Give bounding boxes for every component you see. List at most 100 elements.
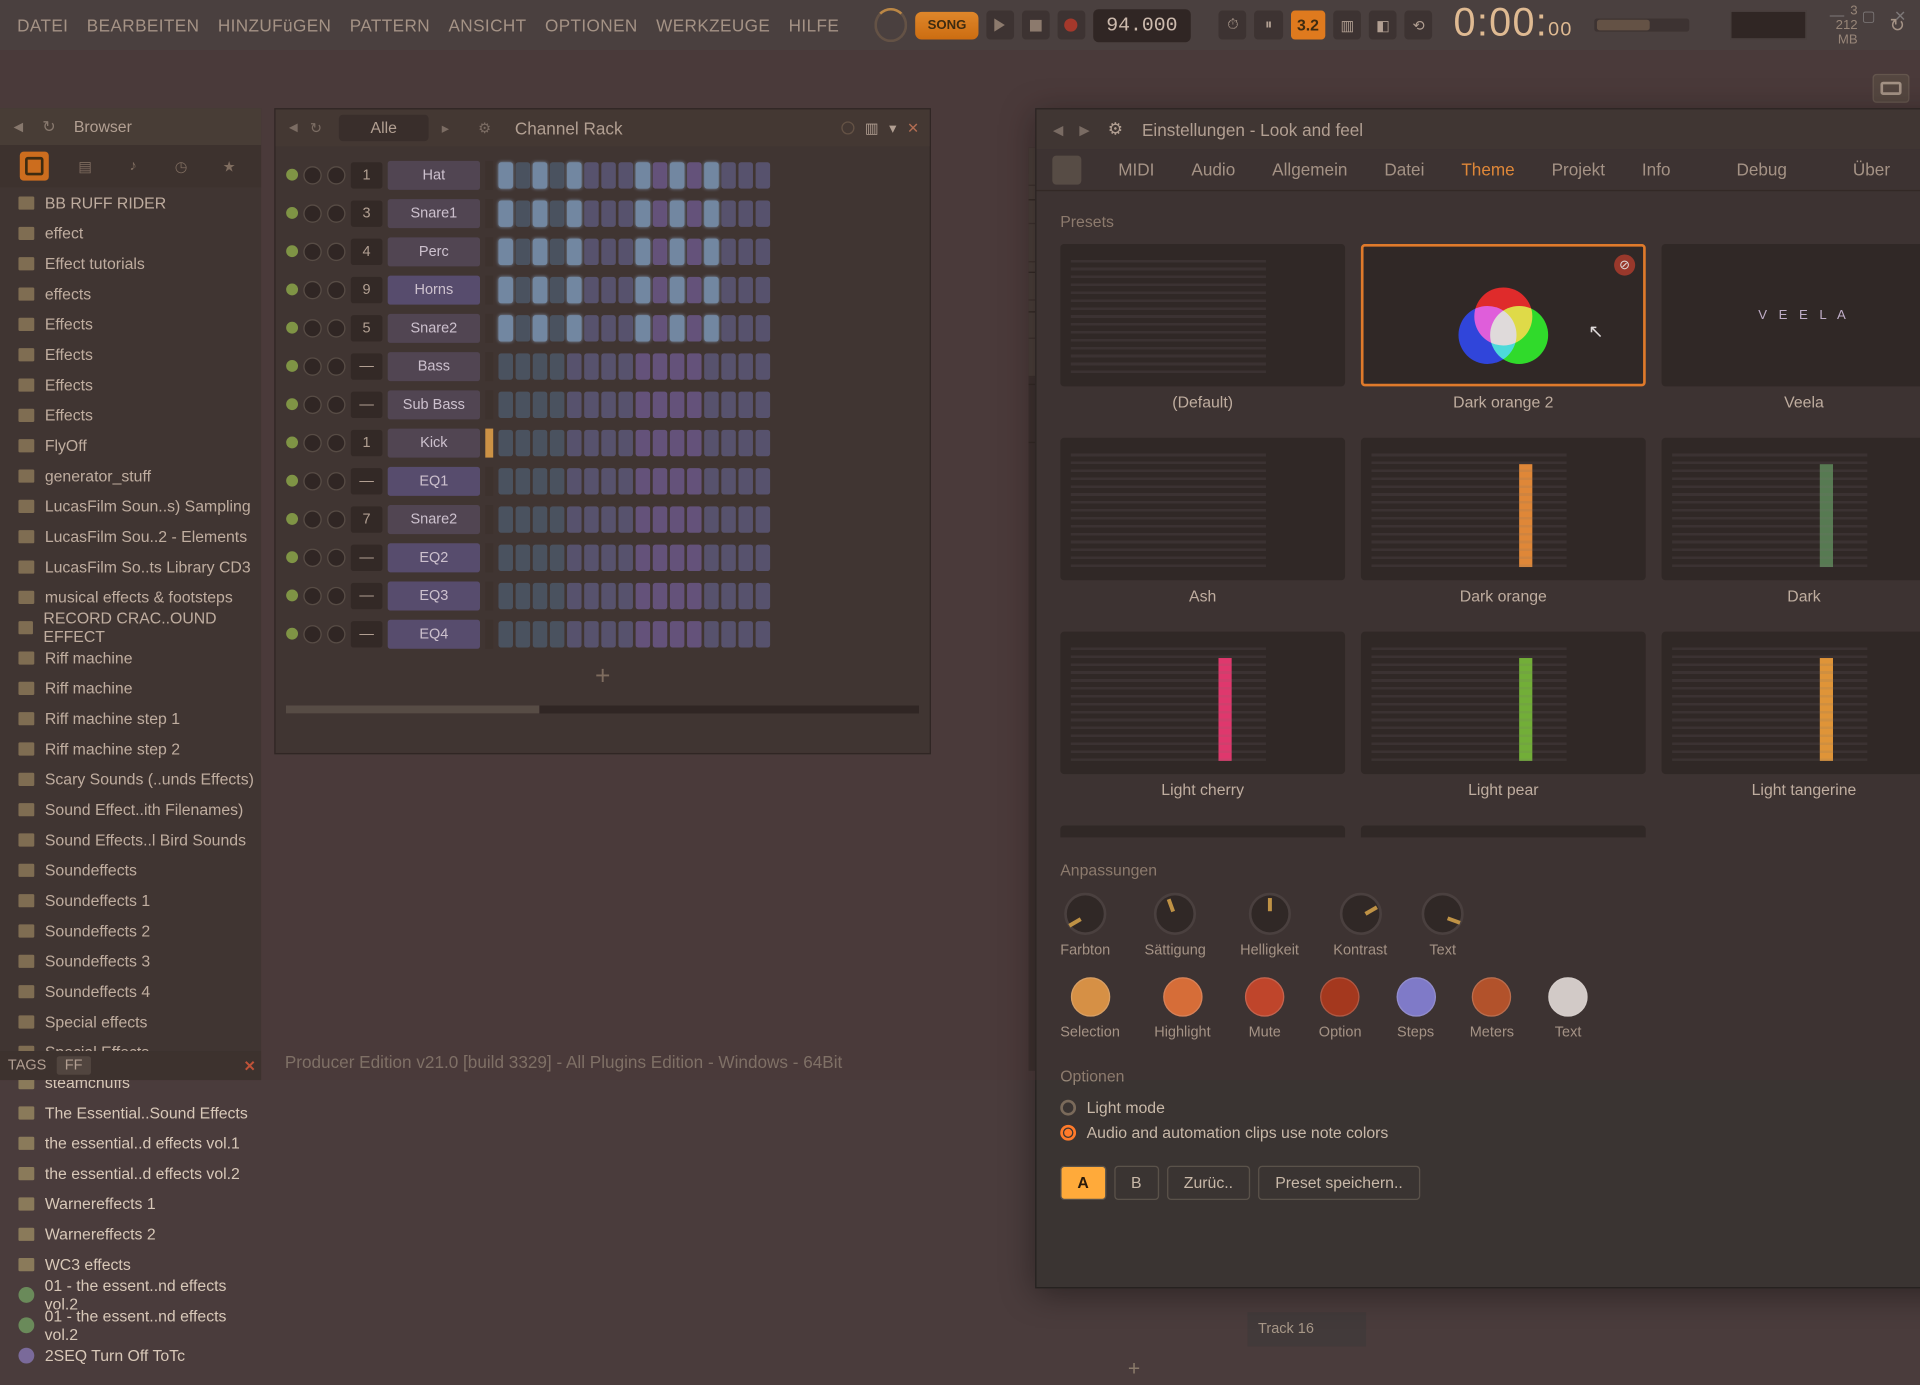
browser-item[interactable]: Riff machine step 2 — [0, 733, 261, 763]
step-cell[interactable] — [498, 238, 513, 264]
browser-item[interactable]: Effects — [0, 400, 261, 430]
step-cell[interactable] — [516, 353, 531, 379]
browser-item[interactable]: Sound Effects..l Bird Sounds — [0, 824, 261, 854]
menu-hinzufugen[interactable]: HINZUFüGEN — [209, 10, 341, 40]
step-cell[interactable] — [704, 429, 719, 455]
step-cell[interactable] — [601, 315, 616, 341]
step-cell[interactable] — [653, 391, 668, 417]
browser-tree[interactable]: BB RUFF RIDEReffectEffect tutorialseffec… — [0, 187, 261, 1370]
channel-mute-led[interactable] — [286, 360, 298, 372]
channel-vol-knob[interactable] — [327, 395, 345, 413]
step-cell[interactable] — [584, 620, 599, 646]
browser-item[interactable]: the essential..d effects vol.2 — [0, 1158, 261, 1188]
step-sequencer-row[interactable] — [498, 506, 770, 532]
channel-mute-led[interactable] — [286, 398, 298, 410]
step-cell[interactable] — [721, 315, 736, 341]
step-cell[interactable] — [618, 315, 633, 341]
channel-vol-knob[interactable] — [327, 204, 345, 222]
tempo-display[interactable]: 94.000 — [1093, 9, 1191, 42]
settings-tab-audio[interactable]: Audio — [1176, 152, 1251, 188]
step-cell[interactable] — [618, 582, 633, 608]
step-cell[interactable] — [738, 544, 753, 570]
step-cell[interactable] — [618, 391, 633, 417]
channel-mute-led[interactable] — [286, 322, 298, 334]
step-cell[interactable] — [533, 544, 548, 570]
step-cell[interactable] — [756, 620, 771, 646]
overdub-icon[interactable]: ◧ — [1369, 11, 1397, 40]
step-cell[interactable] — [756, 391, 771, 417]
swatch-icon[interactable] — [1396, 977, 1436, 1017]
browser-item[interactable]: musical effects & footsteps — [0, 582, 261, 612]
play-button[interactable] — [986, 11, 1014, 40]
compare-a-button[interactable]: A — [1060, 1166, 1106, 1200]
channel-pan-knob[interactable] — [303, 471, 321, 489]
step-cell[interactable] — [738, 582, 753, 608]
step-cell[interactable] — [498, 506, 513, 532]
theme-preset[interactable]: Light pear — [1361, 632, 1646, 810]
step-cell[interactable] — [653, 162, 668, 188]
step-cell[interactable] — [516, 467, 531, 493]
track-16-header[interactable]: Track 16 — [1247, 1312, 1366, 1346]
cr-graph-icon[interactable]: ▥ — [865, 119, 879, 136]
channel-name-button[interactable]: EQ2 — [388, 543, 480, 572]
channel-mute-led[interactable] — [286, 436, 298, 448]
menu-datei[interactable]: DATEI — [8, 10, 78, 40]
step-cell[interactable] — [533, 391, 548, 417]
step-cell[interactable] — [687, 200, 702, 226]
radio-icon[interactable] — [1060, 1100, 1076, 1116]
step-cell[interactable] — [550, 467, 565, 493]
channel-pan-knob[interactable] — [303, 510, 321, 528]
step-cell[interactable] — [687, 238, 702, 264]
step-cell[interactable] — [636, 506, 651, 532]
browser-item[interactable]: generator_stuff — [0, 460, 261, 490]
step-cell[interactable] — [498, 467, 513, 493]
menu-bearbeiten[interactable]: BEARBEITEN — [78, 10, 209, 40]
browser-item[interactable]: LucasFilm Soun..s) Sampling — [0, 491, 261, 521]
step-cell[interactable] — [670, 315, 685, 341]
channel-mute-led[interactable] — [286, 513, 298, 525]
settings-tab-theme[interactable]: Theme — [1446, 152, 1531, 188]
step-cell[interactable] — [550, 353, 565, 379]
knob-icon[interactable] — [1422, 893, 1464, 935]
browser-item[interactable]: Effect tutorials — [0, 248, 261, 278]
step-cell[interactable] — [721, 162, 736, 188]
step-cell[interactable] — [636, 238, 651, 264]
step-cell[interactable] — [601, 238, 616, 264]
step-cell[interactable] — [738, 506, 753, 532]
channel-pan-knob[interactable] — [303, 318, 321, 336]
theme-preset[interactable]: Dark — [1662, 438, 1920, 616]
channel-vol-knob[interactable] — [327, 165, 345, 183]
step-cell[interactable] — [653, 467, 668, 493]
step-cell[interactable] — [636, 544, 651, 570]
channel-vol-knob[interactable] — [327, 471, 345, 489]
menu-hilfe[interactable]: HILFE — [779, 10, 848, 40]
step-cell[interactable] — [756, 315, 771, 341]
step-cell[interactable] — [498, 544, 513, 570]
step-cell[interactable] — [756, 162, 771, 188]
channel-pan-knob[interactable] — [303, 242, 321, 260]
step-cell[interactable] — [567, 200, 582, 226]
step-cell[interactable] — [567, 544, 582, 570]
channel-number[interactable]: 4 — [351, 238, 383, 264]
channel-name-button[interactable]: Kick — [388, 428, 480, 457]
browser-item[interactable]: Soundeffects — [0, 855, 261, 885]
step-sequencer-row[interactable] — [498, 467, 770, 493]
step-cell[interactable] — [636, 276, 651, 302]
step-cell[interactable] — [618, 467, 633, 493]
channel-vol-knob[interactable] — [327, 318, 345, 336]
channel-pan-knob[interactable] — [303, 204, 321, 222]
step-cell[interactable] — [550, 238, 565, 264]
step-cell[interactable] — [550, 276, 565, 302]
step-cell[interactable] — [704, 620, 719, 646]
step-cell[interactable] — [670, 391, 685, 417]
step-cell[interactable] — [636, 391, 651, 417]
browser-audio-icon[interactable]: ♪ — [121, 154, 145, 178]
channel-name-button[interactable]: Snare1 — [388, 198, 480, 227]
step-cell[interactable] — [687, 353, 702, 379]
step-sequencer-row[interactable] — [498, 391, 770, 417]
step-cell[interactable] — [704, 544, 719, 570]
step-cell[interactable] — [738, 429, 753, 455]
channel-mute-led[interactable] — [286, 551, 298, 563]
step-cell[interactable] — [533, 429, 548, 455]
channel-number[interactable]: — — [351, 544, 383, 570]
